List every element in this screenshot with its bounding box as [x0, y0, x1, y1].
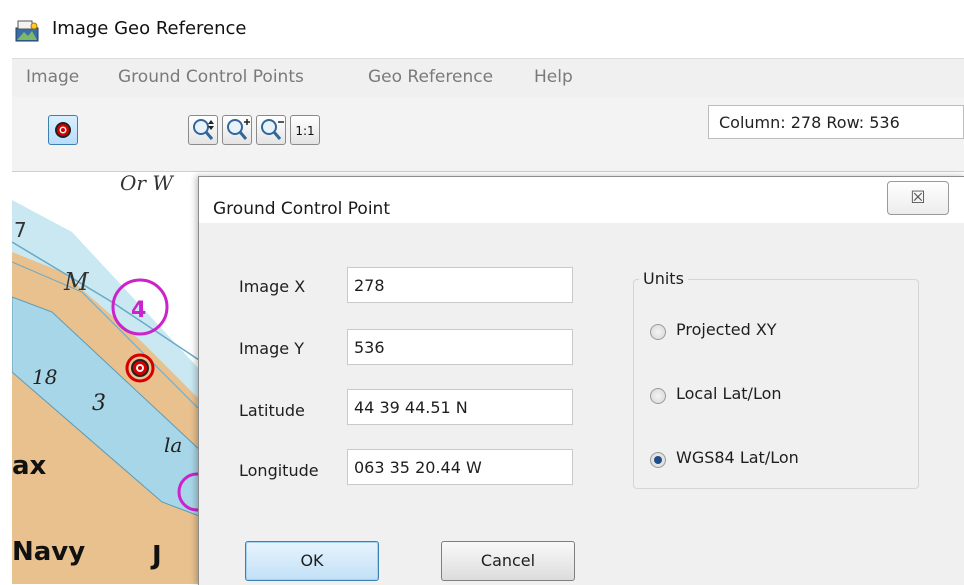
target-icon: [55, 122, 71, 138]
map-label: J: [150, 541, 162, 571]
menu-ground-control-points[interactable]: Ground Control Points: [118, 67, 304, 87]
close-icon: ☒: [910, 188, 926, 208]
map-label: Or W: [120, 172, 174, 195]
units-groupbox: Projected XY Local Lat/Lon WGS84 Lat/Lon: [633, 279, 919, 489]
map-label: M: [63, 268, 90, 296]
ground-control-point-dialog: Ground Control Point ☒ Image X 278 Image…: [198, 176, 964, 585]
cancel-button[interactable]: Cancel: [441, 541, 575, 581]
map-label: ax: [12, 451, 47, 481]
local-latlon-radio[interactable]: [650, 388, 666, 404]
zoom-out-button[interactable]: [256, 115, 286, 145]
map-label: la: [164, 433, 182, 457]
app-icon: [15, 20, 39, 42]
units-legend: Units: [639, 269, 688, 288]
map-label: 18: [32, 365, 57, 389]
zoom-in-button[interactable]: [222, 115, 252, 145]
zoom-icon: [193, 119, 214, 140]
add-gcp-button[interactable]: [48, 115, 78, 145]
wgs84-latlon-label[interactable]: WGS84 Lat/Lon: [676, 448, 799, 467]
image-x-label: Image X: [239, 277, 306, 296]
menu-geo-reference[interactable]: Geo Reference: [368, 67, 493, 87]
image-y-input[interactable]: 536: [347, 329, 573, 365]
cursor-position-readout: Column: 278 Row: 536: [708, 105, 964, 139]
dialog-title-bar: Ground Control Point ☒: [199, 177, 964, 223]
window-title: Image Geo Reference: [52, 18, 247, 39]
zoom-actual-label: 1:1: [295, 124, 315, 138]
close-button[interactable]: ☒: [887, 181, 949, 215]
longitude-input[interactable]: 063 35 20.44 W: [347, 449, 573, 485]
zoom-actual-size-button[interactable]: 1:1: [290, 115, 320, 145]
map-label: 4: [131, 298, 146, 323]
window-title-bar: Image Geo Reference: [0, 0, 964, 56]
latitude-input[interactable]: 44 39 44.51 N: [347, 389, 573, 425]
wgs84-latlon-radio[interactable]: [650, 452, 666, 468]
toolbar: 1:1 Column: 278 Row: 536: [12, 97, 964, 172]
menu-bar: Image Ground Control Points Geo Referenc…: [12, 58, 964, 98]
cursor-position-text: Column: 278 Row: 536: [719, 113, 900, 132]
map-label: 3: [92, 391, 106, 416]
image-y-label: Image Y: [239, 339, 304, 358]
dialog-title: Ground Control Point: [213, 199, 390, 219]
local-latlon-label[interactable]: Local Lat/Lon: [676, 384, 782, 403]
latitude-label: Latitude: [239, 401, 305, 420]
map-label: Navy: [12, 537, 85, 567]
menu-image[interactable]: Image: [26, 67, 79, 87]
projected-xy-label[interactable]: Projected XY: [676, 320, 777, 339]
projected-xy-radio[interactable]: [650, 324, 666, 340]
zoom-in-icon: [227, 119, 250, 140]
zoom-drag-button[interactable]: [188, 115, 218, 145]
image-x-input[interactable]: 278: [347, 267, 573, 303]
zoom-out-icon: [261, 119, 284, 140]
menu-help[interactable]: Help: [534, 67, 573, 87]
ok-button[interactable]: OK: [245, 541, 379, 581]
longitude-label: Longitude: [239, 461, 319, 480]
dialog-body: Image X 278 Image Y 536 Latitude 44 39 4…: [199, 223, 964, 585]
map-label: 7: [14, 218, 27, 242]
